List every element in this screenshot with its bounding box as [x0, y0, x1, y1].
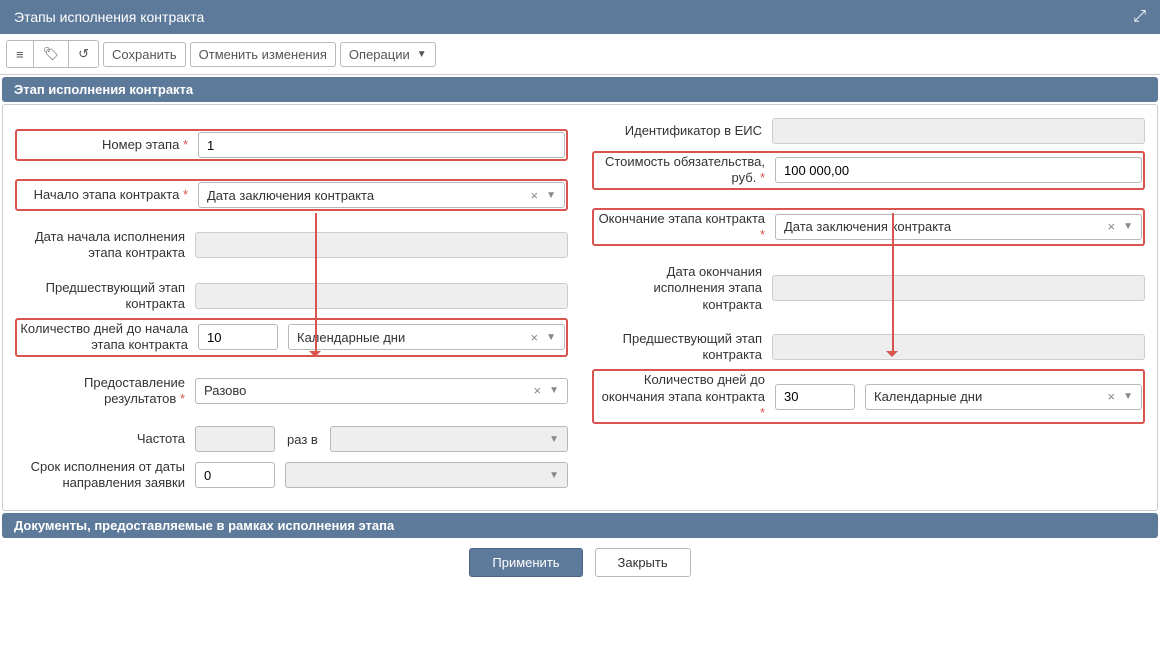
days-start-input[interactable] — [198, 324, 278, 350]
row-prev-stage-right: Предшествующий этап контракта — [592, 331, 1145, 364]
days-end-input[interactable] — [775, 384, 855, 410]
chevron-down-icon: ▼ — [549, 470, 559, 481]
row-eis-id: Идентификатор в ЕИС — [592, 117, 1145, 145]
left-column: Номер этапа * Начало этапа контракта * Д… — [15, 117, 568, 498]
deadline-unit-select[interactable]: ▼ — [285, 462, 568, 488]
form-body: Номер этапа * Начало этапа контракта * Д… — [2, 104, 1158, 511]
row-provide-results: Предоставление результатов * Разово ×▼ — [15, 375, 568, 408]
row-stage-number: Номер этапа * — [15, 129, 568, 161]
history-icon[interactable]: ↺ — [69, 41, 98, 67]
menu-icon[interactable]: ≡ — [7, 41, 34, 67]
window-header: Этапы исполнения контракта ⤢ — [0, 0, 1160, 34]
row-date-start: Дата начала исполнения этапа контракта — [15, 229, 568, 262]
row-deadline: Срок исполнения от даты направления заяв… — [15, 459, 568, 492]
clear-icon[interactable]: × — [1108, 219, 1116, 234]
chevron-down-icon: ▼ — [1123, 391, 1133, 402]
operations-dropdown[interactable]: Операции▼ — [340, 42, 436, 67]
expand-icon[interactable]: ⤢ — [1133, 8, 1146, 26]
prev-stage-left-readonly — [195, 283, 568, 309]
toolbar: ≡ 🏷 ↺ Сохранить Отменить изменения Опера… — [0, 34, 1160, 75]
cancel-changes-button[interactable]: Отменить изменения — [190, 42, 336, 67]
end-stage-select[interactable]: Дата заключения контракта ×▼ — [775, 214, 1142, 240]
deadline-input[interactable] — [195, 462, 275, 488]
window-title: Этапы исполнения контракта — [14, 9, 204, 25]
frequency-input[interactable] — [195, 426, 275, 452]
section-documents-header: Документы, предоставляемые в рамках испо… — [2, 513, 1158, 538]
tag-icon[interactable]: 🏷 — [34, 41, 70, 67]
required-icon: * — [183, 137, 188, 152]
start-stage-select[interactable]: Дата заключения контракта ×▼ — [198, 182, 565, 208]
row-prev-stage-left: Предшествующий этап контракта — [15, 280, 568, 313]
chevron-down-icon: ▼ — [549, 434, 559, 445]
row-days-end: Количество дней до окончания этапа контр… — [592, 369, 1145, 424]
chevron-down-icon: ▼ — [417, 49, 427, 60]
save-button[interactable]: Сохранить — [103, 42, 186, 67]
section-stage-header: Этап исполнения контракта — [2, 77, 1158, 102]
chevron-down-icon: ▼ — [546, 190, 556, 201]
row-start-stage: Начало этапа контракта * Дата заключения… — [15, 179, 568, 211]
provide-results-select[interactable]: Разово ×▼ — [195, 378, 568, 404]
footer-buttons: Применить Закрыть — [0, 540, 1160, 585]
chevron-down-icon: ▼ — [546, 332, 556, 343]
right-column: Идентификатор в ЕИС Стоимость обязательс… — [592, 117, 1145, 498]
apply-button[interactable]: Применить — [469, 548, 582, 577]
date-start-readonly — [195, 232, 568, 258]
row-end-stage: Окончание этапа контракта * Дата заключе… — [592, 208, 1145, 247]
eis-id-readonly — [772, 118, 1145, 144]
clear-icon[interactable]: × — [531, 188, 539, 203]
close-button[interactable]: Закрыть — [595, 548, 691, 577]
days-start-type-select[interactable]: Календарные дни ×▼ — [288, 324, 565, 350]
row-date-end: Дата окончания исполнения этапа контракт… — [592, 264, 1145, 313]
stage-number-input[interactable] — [198, 132, 565, 158]
row-cost: Стоимость обязательства, руб. * — [592, 151, 1145, 190]
date-end-readonly — [772, 275, 1145, 301]
cost-input[interactable] — [775, 157, 1142, 183]
days-end-type-select[interactable]: Календарные дни ×▼ — [865, 384, 1142, 410]
prev-stage-right-readonly — [772, 334, 1145, 360]
row-frequency: Частота раз в ▼ — [15, 425, 568, 453]
chevron-down-icon: ▼ — [1123, 221, 1133, 232]
clear-icon[interactable]: × — [1108, 389, 1116, 404]
row-days-start: Количество дней до начала этапа контракт… — [15, 318, 568, 357]
toolbar-icons: ≡ 🏷 ↺ — [6, 40, 99, 68]
frequency-unit-select[interactable]: ▼ — [330, 426, 568, 452]
clear-icon[interactable]: × — [531, 330, 539, 345]
clear-icon[interactable]: × — [534, 383, 542, 398]
chevron-down-icon: ▼ — [549, 385, 559, 396]
